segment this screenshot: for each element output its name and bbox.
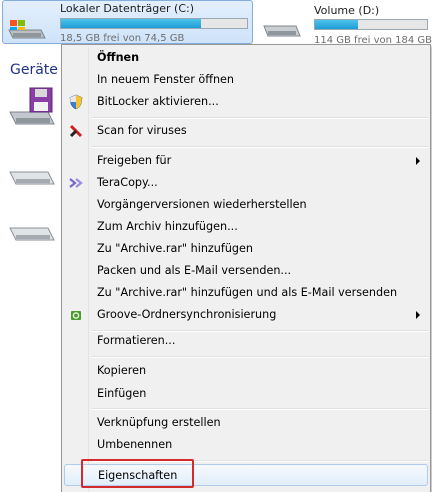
menu-item-label: Kopieren [97, 364, 147, 377]
drive-c-capacity-fill [61, 19, 201, 28]
menu-separator [92, 356, 428, 358]
menu-item-label: Verknüpfung erstellen [97, 416, 221, 429]
menu-item-label: Öffnen [97, 51, 140, 64]
drive-c-name: Lokaler Datenträger (C:) [60, 2, 195, 15]
menu-item-rename[interactable]: Umbenennen [64, 434, 428, 456]
menu-item-add-rar-and-email[interactable]: Zu "Archive.rar" hinzufügen und als E-Ma… [64, 282, 428, 304]
menu-item-open-new-window[interactable]: In neuem Fenster öffnen [64, 69, 428, 91]
highlight-annotation-box [81, 459, 194, 488]
menu-item-label: In neuem Fenster öffnen [97, 73, 235, 86]
menu-item-paste[interactable]: Einfügen [64, 383, 428, 405]
menu-item-label: Formatieren... [97, 334, 176, 347]
menu-item-previous-versions[interactable]: Vorgängerversionen wiederherstellen [64, 194, 428, 216]
menu-item-label: BitLocker aktivieren... [97, 95, 219, 108]
menu-item-format[interactable]: Formatieren... [64, 330, 428, 352]
menu-item-label: Vorgängerversionen wiederherstellen [97, 198, 307, 211]
menu-item-label: Packen und als E-Mail versenden... [97, 264, 292, 277]
menu-item-label: Zum Archiv hinzufügen... [97, 220, 238, 233]
drive-d-name[interactable]: Volume (D:) [314, 4, 379, 17]
removable-drive-icon[interactable] [8, 164, 58, 190]
menu-item-teracopy[interactable]: TeraCopy... [64, 172, 428, 194]
menu-item-label: Zu "Archive.rar" hinzufügen und als E-Ma… [97, 286, 398, 299]
menu-separator [92, 408, 428, 410]
menu-item-scan-viruses[interactable]: Scan for viruses [64, 120, 428, 142]
drive-d-free-space: 114 GB frei von 184 GB [314, 35, 432, 44]
teracopy-icon [69, 178, 83, 188]
bitlocker-shield-icon [69, 94, 83, 110]
menu-item-label: Groove-Ordnersynchronisierung [97, 308, 277, 321]
menu-item-label: Scan for viruses [97, 124, 187, 137]
drive-d-icon [263, 25, 301, 37]
menu-item-groove-sync[interactable]: Groove-Ordnersynchronisierung [64, 304, 428, 326]
menu-item-add-to-archive-rar[interactable]: Zu "Archive.rar" hinzufügen [64, 238, 428, 260]
menu-item-label: Einfügen [97, 387, 147, 400]
floppy-drive-icon[interactable] [8, 86, 58, 128]
removable-drive-icon[interactable] [8, 220, 58, 246]
submenu-arrow-icon [416, 157, 420, 165]
submenu-arrow-icon [416, 311, 420, 319]
menu-item-add-to-archive[interactable]: Zum Archiv hinzufügen... [64, 216, 428, 238]
drive-c-free-space: 18,5 GB frei von 74,5 GB [60, 33, 185, 44]
menu-separator [92, 117, 428, 119]
menu-item-label: Zu "Archive.rar" hinzufügen [97, 242, 253, 255]
menu-item-label: Umbenennen [97, 438, 173, 451]
drive-d-capacity-fill [315, 20, 358, 29]
menu-separator [92, 146, 428, 148]
groove-icon [71, 311, 81, 320]
drive-c-windows-icon [8, 20, 46, 39]
menu-item-pack-and-email[interactable]: Packen und als E-Mail versenden... [64, 260, 428, 282]
drive-d-capacity-bar [314, 19, 428, 30]
menu-item-label: Freigeben für [97, 154, 172, 167]
drive-c-capacity-bar [60, 18, 248, 29]
menu-item-copy[interactable]: Kopieren [64, 360, 428, 382]
menu-item-create-shortcut[interactable]: Verknüpfung erstellen [64, 412, 428, 434]
antivirus-icon [69, 124, 83, 138]
menu-item-share-with[interactable]: Freigeben für [64, 150, 428, 172]
menu-item-label: TeraCopy... [97, 176, 158, 189]
context-menu: Öffnen In neuem Fenster öffnen BitLocker… [61, 44, 431, 492]
menu-item-open[interactable]: Öffnen [64, 47, 428, 69]
menu-item-bitlocker[interactable]: BitLocker aktivieren... [64, 91, 428, 113]
